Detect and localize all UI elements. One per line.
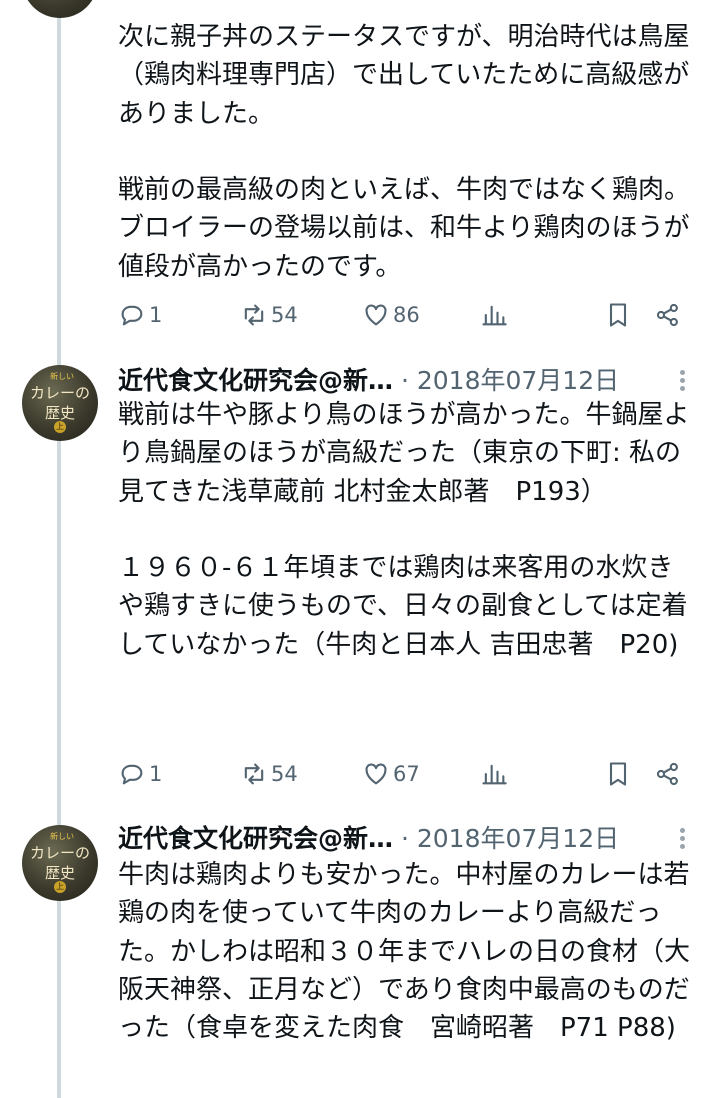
like-count: 86 [393, 303, 420, 327]
avatar-tag: 新しい [50, 832, 74, 841]
repost-count: 54 [271, 303, 298, 327]
post-actions: 1 54 67 [118, 754, 698, 794]
share-icon [656, 303, 678, 327]
reply-count: 1 [149, 303, 163, 327]
separator: · [400, 366, 409, 395]
post-date[interactable]: 2018年07月12日 [417, 366, 619, 395]
reply-icon [121, 764, 143, 785]
author-name[interactable]: 近代食文化研究会@新… [118, 824, 393, 853]
repost-count: 54 [271, 762, 298, 786]
reply-button[interactable]: 1 [118, 295, 162, 335]
post-date[interactable]: 2018年07月12日 [417, 824, 619, 853]
post-text: 牛肉は鶏肉よりも安かった。中村屋のカレーは若鶏の肉を使っていて牛肉のカレーより高… [118, 856, 693, 1047]
bookmark-icon [609, 762, 627, 786]
avatar-subtitle: 歴史 [44, 404, 75, 422]
avatar[interactable]: 新しい カレーの 歴史 上 [22, 365, 98, 441]
avatar[interactable]: 新しい カレーの 歴史 上 [22, 825, 98, 901]
repost-button[interactable]: 54 [240, 295, 298, 335]
avatar-title: カレーの [29, 844, 90, 862]
views-button[interactable] [480, 754, 508, 794]
more-vertical-icon [672, 370, 692, 391]
post-text: 戦前は牛や豚より鳥のほうが高かった。牛鍋屋より鳥鍋屋のほうが高級だった（東京の下… [118, 396, 693, 664]
bookmark-button[interactable] [604, 295, 632, 335]
heart-icon [365, 304, 387, 326]
avatar-badge: 上 [54, 421, 66, 433]
bookmark-icon [609, 303, 627, 327]
avatar-tag: 新しい [50, 372, 74, 381]
reply-button[interactable]: 1 [118, 754, 162, 794]
post-header: 近代食文化研究会@新… · 2018年07月12日 [118, 362, 619, 400]
repost-icon [244, 763, 264, 785]
post-paragraph: 牛肉は鶏肉よりも安かった。中村屋のカレーは若鶏の肉を使っていて牛肉のカレーより高… [118, 860, 691, 1044]
post-text: 次に親子丼のステータスですが、明治時代は鳥屋（鶏肉料理専門店）で出していたために… [118, 18, 693, 286]
views-button[interactable] [480, 295, 508, 335]
bookmark-button[interactable] [604, 754, 632, 794]
author-name[interactable]: 近代食文化研究会@新… [118, 366, 393, 395]
reply-count: 1 [149, 762, 163, 786]
more-vertical-icon [672, 828, 692, 849]
heart-icon [365, 763, 387, 785]
share-button[interactable] [654, 295, 682, 335]
post-paragraph: １９６０-６１年頃までは鶏肉は来客用の水炊きや鶏すきに使うもので、日々の副食とし… [118, 553, 688, 660]
avatar[interactable] [22, 0, 98, 18]
views-icon [482, 305, 507, 326]
share-button[interactable] [654, 754, 682, 794]
post-header: 近代食文化研究会@新… · 2018年07月12日 [118, 820, 619, 858]
post-paragraph: 戦前は牛や豚より鳥のほうが高かった。牛鍋屋より鳥鍋屋のほうが高級だった（東京の下… [118, 400, 690, 507]
views-icon [482, 764, 507, 785]
repost-button[interactable]: 54 [240, 754, 298, 794]
avatar-badge: 上 [54, 881, 66, 893]
share-icon [656, 762, 678, 786]
post-paragraph: 戦前の最高級の肉といえば、牛肉ではなく鶏肉。ブロイラーの登場以前は、和牛より鶏肉… [118, 175, 691, 282]
like-count: 67 [393, 762, 420, 786]
reply-icon [121, 305, 143, 326]
avatar-subtitle: 歴史 [44, 864, 75, 882]
avatar-title: カレーの [29, 384, 90, 402]
like-button[interactable]: 86 [362, 295, 420, 335]
separator: · [400, 824, 409, 853]
thread-line [57, 0, 61, 1098]
more-button[interactable] [672, 825, 692, 859]
post-actions: 1 54 86 [118, 295, 698, 335]
post-paragraph: 次に親子丼のステータスですが、明治時代は鳥屋（鶏肉料理専門店）で出していたために… [118, 22, 690, 129]
repost-icon [244, 304, 264, 326]
like-button[interactable]: 67 [362, 754, 420, 794]
